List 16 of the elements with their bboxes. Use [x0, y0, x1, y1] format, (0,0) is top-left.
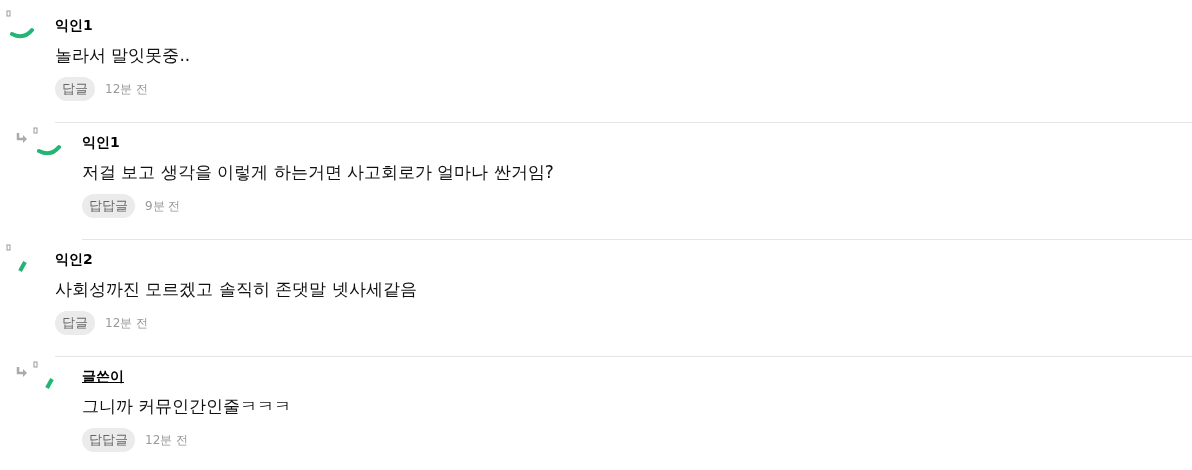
comment-time: 9분 전	[145, 197, 181, 215]
reply-button[interactable]: 답답글	[82, 193, 135, 218]
author-name: 익인1	[55, 17, 93, 33]
comment-text: 놀라서 말잇못중..	[55, 45, 191, 65]
comment-time: 12분 전	[105, 80, 149, 98]
reply-button[interactable]: 답글	[55, 310, 95, 335]
reply-button[interactable]: 답답글	[82, 427, 135, 452]
author-name: 익인2	[55, 251, 93, 267]
comment-text: 그니까 커뮤인간인줄ㅋㅋㅋ	[82, 396, 292, 416]
reply-button[interactable]: 답글	[55, 76, 95, 101]
comment-time: 12분 전	[105, 314, 149, 332]
author-name[interactable]: 글쓴이	[82, 368, 124, 384]
comment-time: 12분 전	[145, 431, 189, 449]
author-name: 익인1	[82, 134, 120, 150]
comment-text: 사회성까진 모르겠고 솔직히 존댓말 넷사세같음	[55, 279, 417, 299]
comment-text: 저걸 보고 생각을 이렇게 하는거면 사고회로가 얼마나 싼거임?	[82, 162, 554, 182]
